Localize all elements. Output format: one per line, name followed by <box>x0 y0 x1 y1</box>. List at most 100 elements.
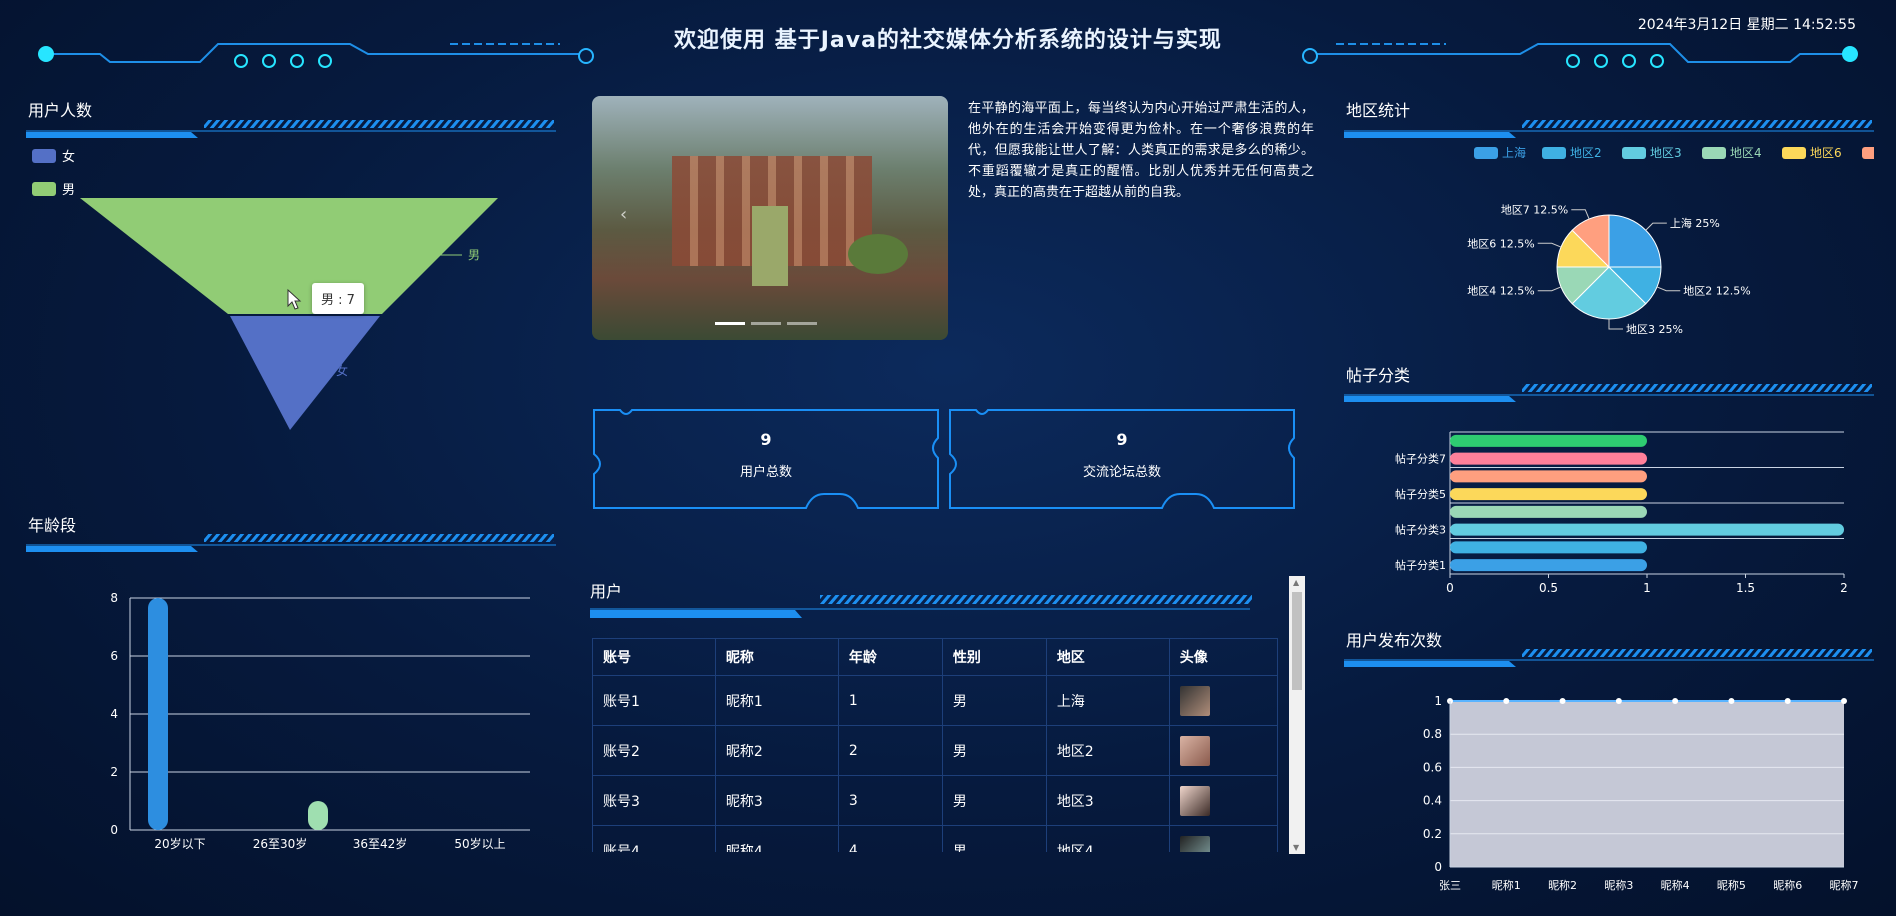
x-tick-label: 1 <box>1643 581 1651 595</box>
pie-label: 地区4 12.5% <box>1467 285 1534 298</box>
x-tick-label: 2 <box>1840 581 1848 595</box>
y-tick-label: 0.6 <box>1423 760 1442 774</box>
category-bar[interactable] <box>1450 559 1647 572</box>
chevron-left-icon[interactable]: ‹ <box>620 204 627 225</box>
legend-swatch <box>1542 147 1566 159</box>
carousel-indicators <box>715 322 817 325</box>
x-tick-label: 昵称4 <box>1661 878 1690 892</box>
funnel-segment-female[interactable] <box>230 316 380 430</box>
user-table: 账号 昵称 年龄 性别 地区 头像 账号1 昵称1 1 男上海 账号2 昵称2 2 男地区2… <box>592 638 1278 852</box>
post-category-title-bar <box>1344 384 1874 402</box>
legend-swatch <box>1474 147 1498 159</box>
x-tick-label: 0 <box>1446 581 1454 595</box>
column-header[interactable]: 地区 <box>1045 638 1170 676</box>
x-tick-label: 26至30岁 <box>253 836 308 851</box>
legend-item-female[interactable]: 女 <box>32 146 75 165</box>
x-tick-label: 昵称7 <box>1830 878 1859 892</box>
data-point <box>1784 698 1791 704</box>
category-bar[interactable] <box>1450 434 1647 447</box>
legend-label: 上海 <box>1502 145 1526 160</box>
legend-swatch <box>1622 147 1646 159</box>
post-category-bar-chart: 帖子分类1 帖子分类3 帖子分类5 帖子分类7 0 0.5 1 1.5 2 <box>1395 431 1848 595</box>
y-tick-label: 帖子分类7 <box>1395 452 1446 466</box>
category-bar[interactable] <box>1450 488 1647 501</box>
stat-users: 9 用户总数 <box>592 430 940 480</box>
pie-label-line <box>1537 286 1562 292</box>
scrollbar-thumb[interactable] <box>1292 592 1302 690</box>
legend-swatch <box>32 181 56 196</box>
table-header-row: 账号 昵称 年龄 性别 地区 头像 <box>592 638 1278 676</box>
intro-text: 在平静的海平面上，每当终认为内心开始过严肃生活的人，他外在的生活会开始变得更为俭… <box>968 101 1314 200</box>
column-header[interactable]: 账号 <box>592 638 716 676</box>
campus-carousel-image[interactable]: ‹ <box>592 96 948 340</box>
column-header[interactable]: 年龄 <box>837 638 943 676</box>
pie-legend-item[interactable]: 地区6 <box>1782 146 1842 160</box>
category-bar[interactable] <box>1450 541 1647 554</box>
y-tick-label: 帖子分类5 <box>1395 487 1446 501</box>
x-tick-label: 昵称3 <box>1604 878 1633 892</box>
x-tick-label: 昵称1 <box>1492 878 1521 892</box>
avatar[interactable] <box>1179 785 1210 816</box>
stat-users-value: 9 <box>760 430 772 449</box>
pie-legend-item[interactable]: 地区7 <box>1862 146 1874 160</box>
pie-label-line <box>1656 286 1681 292</box>
y-tick-label: 4 <box>110 707 118 721</box>
pie-legend-item[interactable]: 地区3 <box>1622 146 1682 160</box>
x-tick-label: 0.5 <box>1539 581 1558 595</box>
stat-forums-value: 9 <box>1116 430 1128 449</box>
y-tick-label: 6 <box>110 649 118 663</box>
datetime-display: 2024年3月12日 星期二 14:52:55 <box>1637 17 1856 33</box>
legend-swatch <box>32 148 56 163</box>
campus-lawn <box>752 206 788 286</box>
x-tick-label: 20岁以下 <box>154 836 205 851</box>
data-point <box>1503 698 1510 704</box>
data-point <box>1672 698 1679 704</box>
table-row[interactable]: 账号3 昵称3 3 男地区3 <box>592 775 1278 826</box>
pie-legend-item[interactable]: 地区4 <box>1702 146 1762 160</box>
table-scrollbar[interactable]: ▲ ▼ <box>1289 576 1305 854</box>
cursor-icon <box>287 288 302 310</box>
category-bar[interactable] <box>1450 470 1647 483</box>
legend-label: 地区6 <box>1810 146 1842 160</box>
age-title-bar <box>26 534 556 552</box>
page-title: 欢迎使用 基于Java的社交媒体分析系统的设计与实现 <box>674 28 1222 53</box>
category-bar[interactable] <box>1450 523 1844 536</box>
avatar[interactable] <box>1179 735 1210 766</box>
column-header[interactable]: 头像 <box>1168 638 1278 676</box>
scroll-up-icon[interactable]: ▲ <box>1293 578 1299 587</box>
age-bar <box>308 801 328 830</box>
x-tick-label: 1.5 <box>1736 581 1755 595</box>
x-tick-label: 昵称5 <box>1717 878 1746 892</box>
legend-label: 地区2 <box>1570 146 1602 160</box>
column-header[interactable]: 昵称 <box>714 638 839 676</box>
table-row[interactable]: 账号4 昵称4 4 男地区4 <box>592 825 1278 852</box>
carousel-dot[interactable] <box>787 322 817 325</box>
avatar[interactable] <box>1179 685 1210 716</box>
carousel-dot-active[interactable] <box>715 322 745 325</box>
user-table-container[interactable]: 账号 昵称 年龄 性别 地区 头像 账号1 昵称1 1 男上海 账号2 昵称2 2 男地区2… <box>592 638 1278 852</box>
stat-forums: 9 交流论坛总数 <box>948 430 1296 480</box>
column-header[interactable]: 性别 <box>941 638 1047 676</box>
scroll-down-icon[interactable]: ▼ <box>1293 843 1299 852</box>
region-title-bar <box>1344 120 1874 138</box>
x-tick-label: 昵称6 <box>1773 878 1802 892</box>
category-bar[interactable] <box>1450 452 1647 465</box>
y-tick-label: 0 <box>110 823 118 837</box>
table-row[interactable]: 账号1 昵称1 1 男上海 <box>592 675 1278 726</box>
carousel-dot[interactable] <box>751 322 781 325</box>
category-bar[interactable] <box>1450 505 1647 518</box>
avatar[interactable] <box>1179 835 1210 852</box>
legend-label: 地区4 <box>1730 146 1762 160</box>
pie-label: 地区2 12.5% <box>1683 285 1750 298</box>
stat-users-label: 用户总数 <box>739 465 792 480</box>
data-point <box>1841 698 1847 704</box>
pie-legend-item[interactable]: 地区2 <box>1542 146 1602 160</box>
y-tick-label: 2 <box>110 765 118 779</box>
funnel-legend: 女 男 <box>32 146 75 198</box>
y-tick-label: 帖子分类3 <box>1395 523 1446 537</box>
legend-item-male[interactable]: 男 <box>32 179 75 198</box>
table-row[interactable]: 账号2 昵称2 2 男地区2 <box>592 725 1278 776</box>
x-tick-label: 36至42岁 <box>353 836 408 851</box>
pie-legend-item[interactable]: 上海 <box>1474 145 1526 160</box>
y-tick-label: 0.8 <box>1423 727 1442 741</box>
